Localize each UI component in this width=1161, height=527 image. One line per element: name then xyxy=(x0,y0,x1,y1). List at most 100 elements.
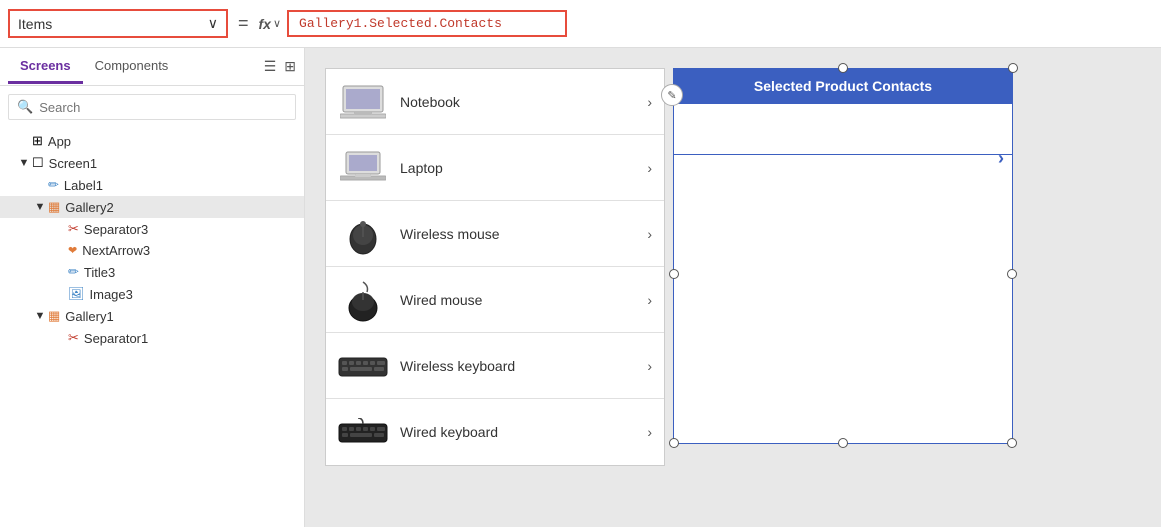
handle-top-right[interactable] xyxy=(1008,63,1018,73)
notebook-icon xyxy=(340,84,386,120)
search-icon: 🔍 xyxy=(17,99,33,115)
tab-components[interactable]: Components xyxy=(83,50,181,84)
gallery-row-notebook[interactable]: Notebook › xyxy=(326,69,664,135)
gallery-row-wireless-keyboard[interactable]: Wireless keyboard › xyxy=(326,333,664,399)
name-box-value: Items xyxy=(18,16,52,32)
notebook-label: Notebook xyxy=(400,94,635,110)
label1-icon: ✏ xyxy=(48,177,59,193)
toolbar: Items ∨ = fx ∨ Gallery1.Selected.Contact… xyxy=(0,0,1161,48)
wireless-keyboard-icon xyxy=(338,354,388,378)
wired-mouse-icon xyxy=(345,278,381,322)
gallery2-icon: ▦ xyxy=(48,199,60,215)
gallery-row-wired-mouse[interactable]: Wired mouse › xyxy=(326,267,664,333)
tree-item-separator1[interactable]: ✂ Separator1 xyxy=(0,327,304,349)
image3-icon: 🖼 xyxy=(68,286,85,302)
fx-chevron[interactable]: ∨ xyxy=(273,17,281,30)
wireless-mouse-image xyxy=(338,214,388,254)
canvas: Notebook › Laptop › xyxy=(305,48,1161,527)
handle-top-mid[interactable] xyxy=(838,63,848,73)
handle-mid-left[interactable] xyxy=(669,269,679,279)
wired-keyboard-image xyxy=(338,412,388,452)
gallery-row-wired-keyboard[interactable]: Wired keyboard › xyxy=(326,399,664,465)
wireless-keyboard-arrow: › xyxy=(647,358,652,374)
wireless-mouse-arrow: › xyxy=(647,226,652,242)
screen1-label: Screen1 xyxy=(49,156,97,171)
wireless-keyboard-image xyxy=(338,346,388,386)
gallery-row-laptop[interactable]: Laptop › xyxy=(326,135,664,201)
wired-mouse-image xyxy=(338,280,388,320)
tree-item-gallery1[interactable]: ▼ ▦ Gallery1 xyxy=(0,305,304,327)
edit-icon[interactable]: ✎ xyxy=(661,84,683,106)
label1-label: Label1 xyxy=(64,178,103,193)
contacts-body: › xyxy=(673,104,1013,444)
contacts-header-text: Selected Product Contacts xyxy=(754,78,932,94)
wireless-keyboard-label: Wireless keyboard xyxy=(400,358,635,374)
tab-icons: ☰ ⊞ xyxy=(264,58,296,75)
separator1-icon: ✂ xyxy=(68,330,79,346)
left-panel: Screens Components ☰ ⊞ 🔍 ⊞ App ▼ ☐ xyxy=(0,48,305,527)
tree-item-screen1[interactable]: ▼ ☐ Screen1 xyxy=(0,152,304,174)
gallery-list: Notebook › Laptop › xyxy=(325,68,665,466)
separator3-icon: ✂ xyxy=(68,221,79,237)
gallery1-label: Gallery1 xyxy=(65,309,113,324)
title3-icon: ✏ xyxy=(68,264,79,280)
notebook-image xyxy=(338,82,388,122)
contacts-panel: ✎ Selected Product Contacts › xyxy=(673,68,1013,444)
handle-bot-mid[interactable] xyxy=(838,438,848,448)
title3-label: Title3 xyxy=(84,265,115,280)
wired-keyboard-label: Wired keyboard xyxy=(400,424,635,440)
grid-view-icon[interactable]: ⊞ xyxy=(284,58,296,75)
formula-value: Gallery1.Selected.Contacts xyxy=(299,16,502,31)
name-box[interactable]: Items ∨ xyxy=(8,9,228,38)
laptop-icon xyxy=(340,150,386,186)
handle-mid-right[interactable] xyxy=(1007,269,1017,279)
gallery1-icon: ▦ xyxy=(48,308,60,324)
wireless-mouse-icon xyxy=(347,213,379,255)
laptop-arrow: › xyxy=(647,160,652,176)
tree-item-separator3[interactable]: ✂ Separator3 xyxy=(0,218,304,240)
wired-mouse-label: Wired mouse xyxy=(400,292,635,308)
wired-keyboard-icon xyxy=(338,418,388,446)
tree-item-nextarrow3[interactable]: ❤ NextArrow3 xyxy=(0,240,304,261)
nextarrow3-icon: ❤ xyxy=(68,244,77,257)
contacts-nav-arrow[interactable]: › xyxy=(998,148,1004,169)
laptop-image xyxy=(338,148,388,188)
tree: ⊞ App ▼ ☐ Screen1 ✏ Label1 ▼ ▦ xyxy=(0,128,304,527)
gallery-row-wireless-mouse[interactable]: Wireless mouse › xyxy=(326,201,664,267)
gallery2-label: Gallery2 xyxy=(65,200,113,215)
wireless-mouse-label: Wireless mouse xyxy=(400,226,635,242)
fx-icon: fx xyxy=(259,16,271,32)
formula-box[interactable]: Gallery1.Selected.Contacts xyxy=(287,10,567,37)
contacts-inner-line xyxy=(674,154,1012,155)
tree-item-app[interactable]: ⊞ App xyxy=(0,130,304,152)
search-box: 🔍 xyxy=(8,94,296,120)
tree-item-gallery2[interactable]: ▼ ▦ Gallery2 xyxy=(0,196,304,218)
separator1-label: Separator1 xyxy=(84,331,148,346)
tree-item-label1[interactable]: ✏ Label1 xyxy=(0,174,304,196)
wired-keyboard-arrow: › xyxy=(647,424,652,440)
tab-screens[interactable]: Screens xyxy=(8,50,83,84)
name-box-chevron[interactable]: ∨ xyxy=(208,15,218,32)
tree-item-image3[interactable]: 🖼 Image3 xyxy=(0,283,304,305)
app-label: App xyxy=(48,134,71,149)
separator3-label: Separator3 xyxy=(84,222,148,237)
toggle-screen1[interactable]: ▼ xyxy=(16,157,32,169)
toggle-gallery2[interactable]: ▼ xyxy=(32,201,48,213)
wired-mouse-arrow: › xyxy=(647,292,652,308)
laptop-label: Laptop xyxy=(400,160,635,176)
equals-symbol: = xyxy=(234,13,253,34)
main-area: Screens Components ☰ ⊞ 🔍 ⊞ App ▼ ☐ xyxy=(0,48,1161,527)
notebook-arrow: › xyxy=(647,94,652,110)
tabs-bar: Screens Components ☰ ⊞ xyxy=(0,48,304,86)
handle-bot-left[interactable] xyxy=(669,438,679,448)
search-input[interactable] xyxy=(39,100,287,115)
toggle-gallery1[interactable]: ▼ xyxy=(32,310,48,322)
tree-item-title3[interactable]: ✏ Title3 xyxy=(0,261,304,283)
nextarrow3-label: NextArrow3 xyxy=(82,243,150,258)
screen1-icon: ☐ xyxy=(32,155,44,171)
fx-area: fx ∨ xyxy=(259,16,282,32)
handle-bot-right[interactable] xyxy=(1007,438,1017,448)
image3-label: Image3 xyxy=(90,287,133,302)
app-icon: ⊞ xyxy=(32,133,43,149)
list-view-icon[interactable]: ☰ xyxy=(264,58,277,75)
